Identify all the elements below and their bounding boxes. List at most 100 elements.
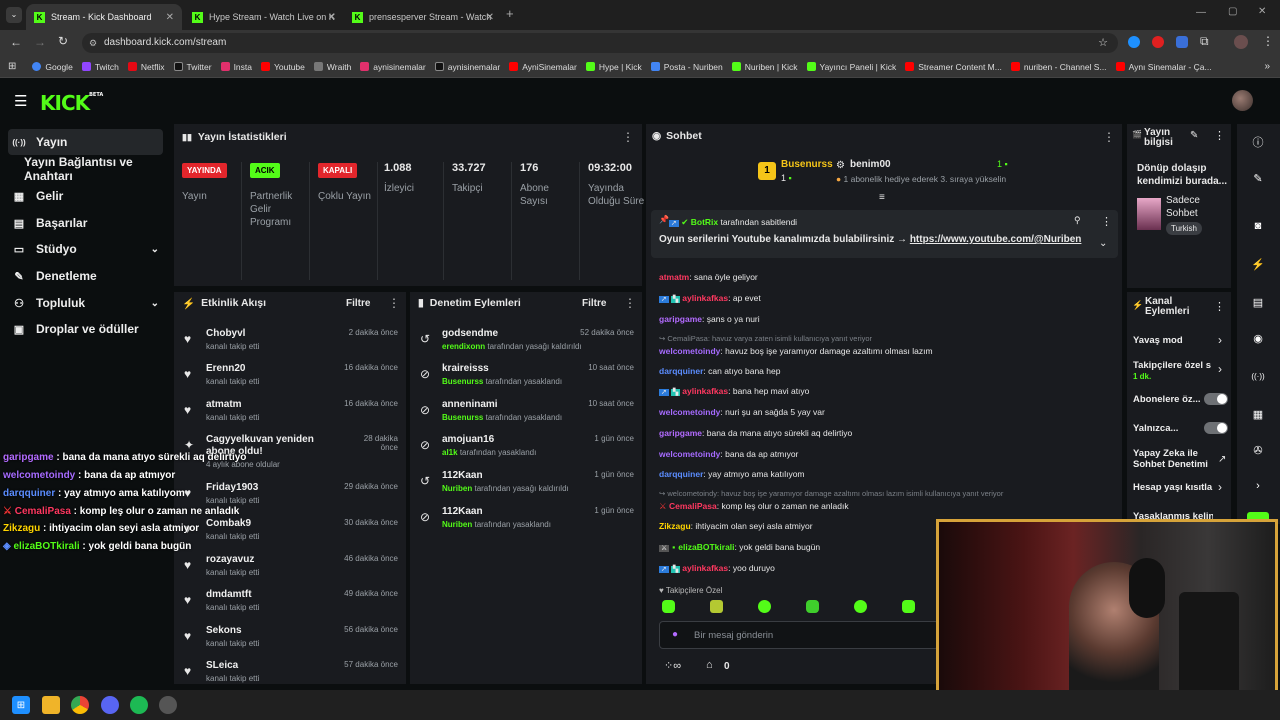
bookmarks-more-icon[interactable]: »: [1264, 61, 1270, 72]
browser-tab-prensesperver[interactable]: Kprensesperver Stream - Watch ✕: [344, 4, 502, 30]
spotify-icon[interactable]: [130, 696, 148, 714]
followers-only-action[interactable]: Takipçilere özel s: [1133, 360, 1213, 371]
bookmark-item[interactable]: Wraith: [313, 62, 351, 72]
windows-start-icon[interactable]: ⊞: [12, 696, 30, 714]
document-icon[interactable]: ▤: [1243, 288, 1273, 316]
extension-icon[interactable]: [1152, 36, 1164, 48]
gifter-two-name[interactable]: benim00: [850, 159, 891, 170]
bolt-icon[interactable]: ⚡: [1243, 250, 1273, 278]
extensions-puzzle-icon[interactable]: ⧉: [1200, 34, 1209, 49]
bookmark-item[interactable]: Youtube: [261, 62, 305, 72]
bookmark-item[interactable]: AyniSinemalar: [509, 62, 577, 72]
storage-icon[interactable]: ▦: [1243, 400, 1273, 428]
sidebar-item-yayin[interactable]: ((·)) Yayın: [8, 129, 163, 155]
user-avatar[interactable]: [1232, 90, 1253, 111]
mic-icon[interactable]: ●: [672, 629, 678, 640]
wrench-icon[interactable]: ✇: [1243, 436, 1273, 464]
bookmark-star-icon[interactable]: ☆: [1098, 33, 1108, 53]
emote-icon[interactable]: [854, 600, 867, 613]
more-options-icon[interactable]: ⋮: [388, 296, 400, 310]
bookmark-item[interactable]: Posta - Nuriben: [650, 62, 723, 72]
forward-icon[interactable]: →: [34, 35, 46, 49]
chat-icon[interactable]: ◉: [1243, 324, 1273, 352]
steam-icon[interactable]: [159, 696, 177, 714]
emote-icon[interactable]: [806, 600, 819, 613]
sidebar-item-stream-key[interactable]: Yayın Bağlantısı ve Anahtarı: [20, 155, 175, 183]
close-tab-icon[interactable]: ✕: [166, 12, 174, 23]
bookmark-item[interactable]: Google: [32, 62, 73, 72]
hamburger-menu-icon[interactable]: ☰: [14, 92, 27, 110]
slow-mode-action[interactable]: Yavaş mod: [1133, 335, 1183, 346]
bookmark-item[interactable]: Aynı Sinemalar - Ça...: [1115, 62, 1212, 72]
chevron-right-icon[interactable]: ›: [1218, 480, 1222, 494]
tab-search-icon[interactable]: ⌄: [6, 7, 22, 23]
file-explorer-icon[interactable]: [42, 696, 60, 714]
bookmark-item[interactable]: aynisinemalar: [434, 62, 500, 72]
bookmark-item[interactable]: Insta: [220, 62, 252, 72]
new-tab-button[interactable]: +: [506, 6, 514, 21]
sidebar-item-topluluk[interactable]: ⚇ Topluluk ⌄: [8, 290, 163, 316]
extension-icon[interactable]: [1176, 36, 1188, 48]
chevron-down-icon[interactable]: ⌄: [1099, 238, 1107, 249]
account-age-action[interactable]: Hesap yaşı kısıtla: [1133, 482, 1212, 493]
extension-icon[interactable]: [1128, 36, 1140, 48]
chevron-right-icon[interactable]: ›: [1218, 333, 1222, 347]
sidebar-item-gelir[interactable]: ▦ Gelir: [8, 183, 163, 209]
maximize-icon[interactable]: ▢: [1228, 6, 1237, 17]
sidebar-item-basarilar[interactable]: ▤ Başarılar: [8, 210, 163, 236]
reload-icon[interactable]: ↻: [58, 34, 68, 48]
expand-leaderboard-icon[interactable]: ≡: [879, 192, 885, 203]
emote-icon[interactable]: [662, 600, 675, 613]
ai-moderation-action[interactable]: Yapay Zeka ile Sohbet Denetimi: [1133, 448, 1213, 470]
discord-icon[interactable]: [101, 696, 119, 714]
minimize-icon[interactable]: —: [1196, 7, 1206, 18]
edit-icon[interactable]: ✎: [1190, 130, 1198, 141]
sidebar-item-droplar[interactable]: ▣ Droplar ve ödüller: [8, 316, 163, 342]
more-options-icon[interactable]: ⋮: [1103, 130, 1115, 144]
close-tab-icon[interactable]: ✕: [328, 12, 336, 23]
close-window-icon[interactable]: ✕: [1258, 6, 1266, 17]
sidebar-item-denetleme[interactable]: ✎ Denetleme: [8, 263, 163, 289]
chrome-icon[interactable]: [71, 696, 89, 714]
camera-icon[interactable]: ◙: [1243, 212, 1273, 240]
site-info-icon[interactable]: ⚙: [89, 33, 97, 53]
back-icon[interactable]: ←: [10, 35, 22, 49]
bookmark-item[interactable]: Twitter: [173, 62, 212, 72]
bookmark-item[interactable]: aynisinemalar: [360, 62, 426, 72]
filter-button[interactable]: Filtre: [346, 298, 370, 309]
emote-icon[interactable]: [710, 600, 723, 613]
apps-grid-icon[interactable]: ⊞: [8, 61, 16, 72]
external-link-icon[interactable]: ↗: [1218, 454, 1226, 465]
more-options-icon[interactable]: ⋮: [622, 130, 634, 144]
store-icon[interactable]: ⌂: [706, 659, 713, 671]
bookmark-item[interactable]: Nuriben | Kick: [731, 62, 798, 72]
pinned-link[interactable]: https://www.youtube.com/@Nuriben: [910, 234, 1082, 245]
close-tab-icon[interactable]: ✕: [486, 12, 494, 23]
bookmark-item[interactable]: Hype | Kick: [585, 62, 642, 72]
bookmark-item[interactable]: Yayıncı Paneli | Kick: [806, 62, 896, 72]
bookmark-item[interactable]: nuriben - Channel S...: [1010, 62, 1107, 72]
language-tag[interactable]: Turkish: [1166, 222, 1202, 235]
more-options-icon[interactable]: ⋮: [1214, 129, 1225, 142]
emote-only-toggle[interactable]: [1204, 422, 1228, 434]
sidebar-item-studyo[interactable]: ▭ Stüdyo ⌄: [8, 236, 163, 262]
subs-only-toggle[interactable]: [1204, 393, 1228, 405]
chat-message-input[interactable]: ● Bir mesaj gönderin: [659, 621, 939, 649]
browser-tab-kick-dashboard[interactable]: K Stream - Kick Dashboard ✕: [26, 4, 182, 30]
kick-logo[interactable]: KICKBETA: [40, 91, 103, 115]
url-input[interactable]: ⚙ dashboard.kick.com/stream ☆: [82, 33, 1118, 53]
browser-tab-hype[interactable]: K Hype Stream - Watch Live on K ✕: [184, 4, 344, 30]
more-options-icon[interactable]: ⋮: [1101, 215, 1112, 228]
bookmark-item[interactable]: Streamer Content M...: [905, 62, 1002, 72]
top-gifter-name[interactable]: Busenurss: [781, 159, 833, 170]
chevron-right-icon[interactable]: ›: [1218, 362, 1222, 376]
more-options-icon[interactable]: ⋮: [1214, 300, 1225, 313]
browser-menu-icon[interactable]: ⋮: [1262, 34, 1274, 48]
info-icon[interactable]: ⓘ: [1243, 128, 1273, 156]
broadcast-icon[interactable]: ((·)): [1243, 362, 1273, 390]
pencil-icon[interactable]: ✎: [1243, 164, 1273, 192]
bookmark-item[interactable]: Twitch: [81, 62, 119, 72]
more-options-icon[interactable]: ⋮: [624, 296, 636, 310]
emote-icon[interactable]: [758, 600, 771, 613]
category-name[interactable]: Sadece Sohbet: [1166, 194, 1226, 220]
